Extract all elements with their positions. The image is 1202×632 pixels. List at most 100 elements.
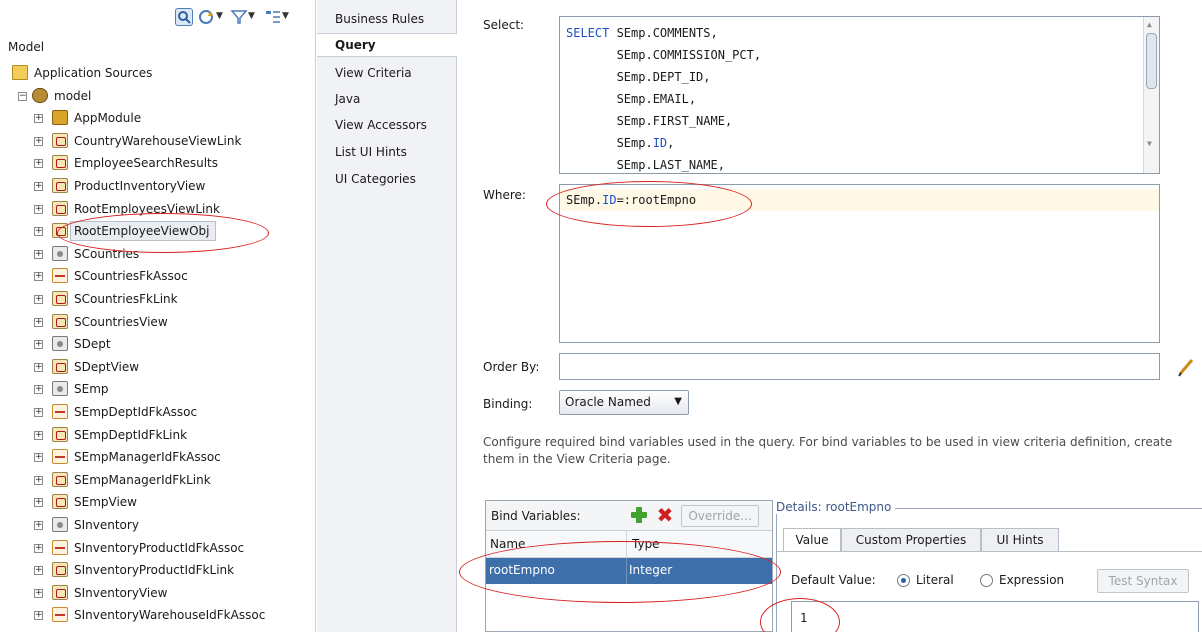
literal-label[interactable]: Literal — [916, 573, 954, 587]
assoc-icon — [52, 268, 68, 284]
column-header-type[interactable]: Type — [632, 537, 660, 551]
tree-item[interactable]: + SDeptView — [0, 356, 316, 378]
collapse-icon[interactable]: − — [18, 91, 27, 101]
orderby-field[interactable] — [559, 353, 1160, 380]
nav-list-ui-hints[interactable]: List UI Hints — [335, 145, 407, 159]
nav-ui-categories[interactable]: UI Categories — [335, 172, 416, 186]
tree-item[interactable]: + SInventoryWarehouseIdFkAssoc — [0, 604, 316, 626]
tree-item[interactable]: + SEmpView — [0, 491, 316, 513]
tree-item[interactable]: + CountryWarehouseViewLink — [0, 130, 316, 152]
nav-view-criteria[interactable]: View Criteria — [335, 66, 412, 80]
expand-icon[interactable]: + — [34, 588, 43, 598]
column-header-name[interactable]: Name — [490, 537, 525, 551]
chevron-down-icon[interactable]: ▼ — [282, 11, 289, 21]
expand-icon[interactable]: + — [34, 385, 43, 395]
add-icon[interactable] — [630, 506, 648, 524]
nav-view-accessors[interactable]: View Accessors — [335, 118, 427, 132]
nav-business-rules[interactable]: Business Rules — [335, 12, 424, 26]
bind-help-text: Configure required bind variables used i… — [483, 435, 1173, 466]
expand-icon[interactable]: + — [34, 295, 43, 304]
tree-item[interactable]: + SCountriesFkLink — [0, 288, 316, 310]
select-label: Select: — [483, 18, 525, 32]
tab-custom-properties[interactable]: Custom Properties — [841, 528, 981, 552]
tree-item[interactable]: + SCountriesView — [0, 311, 316, 333]
select-scrollbar[interactable]: ▲ ▼ — [1143, 17, 1159, 173]
sync-icon[interactable] — [197, 8, 215, 26]
expand-icon[interactable]: + — [34, 114, 43, 124]
sort-icon[interactable] — [264, 8, 282, 26]
orderby-label: Order By: — [483, 360, 540, 374]
details-group: Value Custom Properties UI Hints Default… — [776, 508, 1202, 632]
expand-icon[interactable]: + — [34, 362, 43, 372]
tab-underline — [777, 551, 1202, 552]
chevron-down-icon[interactable]: ▼ — [248, 11, 255, 21]
tree-item[interactable]: + SEmpManagerIdFkAssoc — [0, 446, 316, 468]
pencil-icon[interactable] — [1176, 356, 1196, 378]
eo-icon — [52, 336, 68, 352]
tree-item[interactable]: + SCountriesFkAssoc — [0, 265, 316, 287]
search-icon[interactable] — [175, 8, 193, 26]
tree-item[interactable]: Application Sources — [0, 62, 316, 84]
delete-icon[interactable]: ✖ — [656, 505, 674, 525]
tree-item[interactable]: + SInventoryView — [0, 582, 316, 604]
expand-icon[interactable]: + — [34, 204, 43, 214]
expand-icon[interactable]: + — [34, 498, 43, 508]
tree-item[interactable]: + EmployeeSearchResults — [0, 152, 316, 174]
scroll-up-icon[interactable]: ▲ — [1147, 20, 1152, 29]
expand-icon[interactable]: + — [34, 566, 43, 576]
tree-item[interactable]: + ProductInventoryView — [0, 175, 316, 197]
select-keyword: SELECT — [566, 26, 610, 40]
expand-icon[interactable]: + — [34, 159, 43, 169]
scroll-down-icon[interactable]: ▼ — [1147, 139, 1152, 148]
nav-query[interactable]: Query — [335, 38, 376, 52]
where-editor[interactable]: SEmp.ID=:rootEmpno — [559, 184, 1160, 343]
expand-icon[interactable]: + — [34, 430, 43, 440]
expand-icon[interactable]: + — [34, 182, 43, 191]
chevron-down-icon[interactable]: ▼ — [216, 11, 223, 21]
tree-item[interactable]: + SInventoryProductIdFkLink — [0, 559, 316, 581]
tab-value[interactable]: Value — [783, 528, 841, 552]
tree-item[interactable]: + SEmpDeptIdFkLink — [0, 424, 316, 446]
expression-label[interactable]: Expression — [999, 573, 1064, 587]
expand-icon[interactable]: + — [34, 611, 43, 621]
tree-item[interactable]: + RootEmployeesViewLink — [0, 198, 316, 220]
tree-item[interactable]: + SEmpManagerIdFkLink — [0, 469, 316, 491]
nav-java[interactable]: Java — [335, 92, 360, 106]
tree-item-label: SInventoryWarehouseIdFkAssoc — [74, 608, 266, 623]
bind-var-name: rootEmpno — [489, 563, 555, 577]
literal-radio[interactable] — [897, 574, 910, 587]
tree-item[interactable]: + AppModule — [0, 107, 316, 129]
tree-item[interactable]: + SInventory — [0, 514, 316, 536]
filter-icon[interactable] — [230, 8, 248, 26]
test-syntax-button[interactable]: Test Syntax — [1097, 569, 1189, 593]
assoc-icon — [52, 607, 68, 623]
tree-item-label: SCountriesView — [74, 314, 168, 329]
expand-icon[interactable]: + — [34, 543, 43, 553]
tree-item[interactable]: + RootEmployeeViewObj — [0, 220, 316, 242]
table-row[interactable]: rootEmpno Integer — [486, 558, 772, 584]
tree-item[interactable]: + SEmpDeptIdFkAssoc — [0, 401, 316, 423]
expand-icon[interactable]: + — [34, 249, 43, 259]
expand-icon[interactable]: + — [34, 272, 43, 282]
expand-icon[interactable]: + — [34, 475, 43, 485]
expression-radio[interactable] — [980, 574, 993, 587]
expand-icon[interactable]: + — [34, 453, 43, 463]
tree-item[interactable]: + SCountries — [0, 243, 316, 265]
binding-select[interactable]: Oracle Named ▼ — [559, 390, 689, 415]
expand-icon[interactable]: + — [34, 340, 43, 350]
expand-icon[interactable]: + — [34, 521, 43, 530]
tree-item[interactable]: + SDept — [0, 333, 316, 355]
tree-item[interactable]: − model — [0, 85, 316, 107]
expand-icon[interactable]: + — [34, 317, 43, 327]
default-value-field[interactable]: 1 — [791, 601, 1199, 632]
scrollbar-thumb[interactable] — [1146, 33, 1157, 89]
tree-item-label: SEmpDeptIdFkLink — [74, 427, 188, 442]
select-editor[interactable]: SELECT SEmp.COMMENTS, SEmp.COMMISSION_PC… — [559, 16, 1160, 174]
expand-icon[interactable]: + — [34, 408, 43, 417]
tree-item[interactable]: + SInventoryProductIdFkAssoc — [0, 537, 316, 559]
tree-item[interactable]: + SEmp — [0, 378, 316, 400]
expand-icon[interactable]: + — [34, 136, 43, 146]
expand-icon[interactable]: + — [34, 227, 43, 237]
tab-ui-hints[interactable]: UI Hints — [981, 528, 1059, 552]
override-button[interactable]: Override... — [681, 505, 759, 527]
